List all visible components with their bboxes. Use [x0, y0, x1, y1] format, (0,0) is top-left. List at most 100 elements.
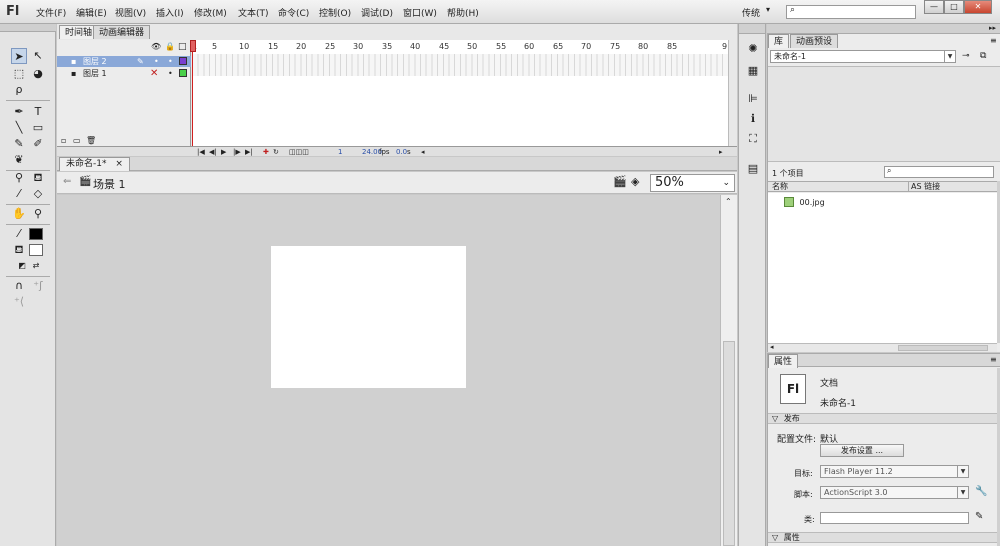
hidden-x-icon[interactable]: ✕	[150, 68, 158, 79]
panel-menu-icon[interactable]: ≡	[990, 36, 997, 45]
bone-tool-icon[interactable]: ⚲	[11, 170, 27, 186]
tab-motion-presets[interactable]: 动画预设	[790, 34, 839, 48]
list-item[interactable]: 00.jpg	[784, 197, 825, 209]
step-forward-icon[interactable]: |▶	[233, 147, 241, 157]
loop-icon[interactable]: ↻	[273, 147, 279, 157]
snap-magnet-icon[interactable]: ∩	[11, 278, 27, 294]
frame-rows[interactable]	[192, 54, 728, 76]
brush-tool-icon[interactable]: ✐	[30, 136, 46, 152]
menu-file[interactable]: 文件(F)	[36, 6, 66, 19]
hand-tool-icon[interactable]: ✋	[11, 206, 27, 222]
menu-modify[interactable]: 修改(M)	[194, 6, 227, 19]
scroll-left-icon[interactable]: ◂	[770, 343, 774, 351]
panel-grip[interactable]	[739, 24, 765, 34]
scrollbar-thumb[interactable]	[723, 341, 735, 546]
menu-help[interactable]: 帮助(H)	[447, 6, 479, 19]
column-linkage[interactable]: AS 链接	[911, 182, 940, 192]
menu-edit[interactable]: 编辑(E)	[76, 6, 107, 19]
playhead-handle[interactable]	[190, 40, 196, 52]
lasso-tool-icon[interactable]: ρ	[11, 82, 27, 98]
collapse-icon[interactable]: ▸▸	[989, 24, 996, 32]
class-input[interactable]	[820, 512, 969, 524]
library-document-select[interactable]: 未命名-1 ▼	[770, 50, 956, 63]
maximize-button[interactable]: □	[944, 0, 964, 14]
stage-canvas[interactable]	[271, 246, 466, 388]
zoom-select[interactable]: 50% ⌄	[650, 174, 735, 192]
minimize-button[interactable]: —	[924, 0, 944, 14]
timeline-scrollbar[interactable]	[728, 40, 737, 146]
target-select[interactable]: Flash Player 11.2 ▼	[820, 465, 969, 478]
edit-class-icon[interactable]: ✎	[975, 511, 983, 522]
menu-control[interactable]: 控制(O)	[319, 6, 351, 19]
color-panel-icon[interactable]: ✺	[746, 42, 760, 56]
layer-color-swatch[interactable]	[179, 57, 187, 65]
menu-view[interactable]: 视图(V)	[115, 6, 146, 19]
layer-color-swatch[interactable]	[179, 69, 187, 77]
workspace-switcher[interactable]: 传统	[742, 6, 760, 19]
publish-settings-button[interactable]: 发布设置 ...	[820, 444, 904, 457]
align-panel-icon[interactable]: ⊫	[746, 92, 760, 106]
chevron-down-icon[interactable]: ▾	[766, 5, 770, 14]
swatches-panel-icon[interactable]: ▦	[746, 64, 760, 78]
new-library-icon[interactable]: ⧉	[980, 51, 986, 61]
edit-scene-icon[interactable]: 🎬	[613, 175, 627, 188]
paint-bucket-tool-icon[interactable]: ⛾	[30, 170, 46, 186]
subselection-tool-icon[interactable]: ↖	[30, 48, 46, 64]
panel-grip[interactable]	[0, 24, 56, 32]
fill-color-icon[interactable]: ⛾	[11, 242, 27, 258]
pen-tool-icon[interactable]: ✒	[11, 104, 27, 120]
components-panel-icon[interactable]: ▤	[746, 162, 760, 176]
layer-row[interactable]: ▪ 图层 1 ✕ •	[57, 68, 191, 79]
info-panel-icon[interactable]: ℹ	[746, 112, 760, 126]
close-button[interactable]: ✕	[964, 0, 992, 14]
3d-rotation-tool-icon[interactable]: ◕	[30, 66, 46, 82]
menu-insert[interactable]: 插入(I)	[156, 6, 184, 19]
selection-tool-icon[interactable]: ➤	[11, 48, 27, 64]
trash-icon[interactable]: 🗑	[86, 136, 96, 145]
swap-colors-icon[interactable]: ⇄	[28, 258, 44, 274]
scroll-up-icon[interactable]: ⌃	[725, 197, 732, 206]
panel-menu-icon[interactable]: ≡	[990, 355, 997, 364]
pin-icon[interactable]: ⊸	[962, 51, 970, 61]
tab-motion-editor[interactable]: 动画编辑器	[93, 25, 151, 39]
layer-row[interactable]: ▪ 图层 2 ✎ • •	[57, 56, 191, 67]
library-search-input[interactable]: ⌕	[884, 166, 994, 178]
transform-panel-icon[interactable]: ⛶	[746, 132, 760, 146]
library-horizontal-scrollbar[interactable]: ◂	[768, 343, 997, 352]
help-search-input[interactable]: ⌕	[786, 5, 916, 19]
outline-icon[interactable]: □	[178, 42, 187, 52]
new-layer-icon[interactable]: ▫	[61, 136, 66, 145]
document-tab[interactable]: 未命名-1* ×	[59, 157, 130, 171]
free-transform-tool-icon[interactable]: ⬚	[11, 66, 27, 82]
panel-grip[interactable]: ▸▸	[767, 24, 1000, 34]
menu-debug[interactable]: 调试(D)	[361, 6, 393, 19]
column-name[interactable]: 名称	[772, 182, 788, 192]
menu-commands[interactable]: 命令(C)	[278, 6, 309, 19]
pencil-tool-icon[interactable]: ✎	[11, 136, 27, 152]
eyedropper-tool-icon[interactable]: ⁄	[11, 186, 27, 202]
scroll-left-icon[interactable]: ◂	[421, 147, 425, 157]
stroke-color-icon[interactable]: ⁄	[11, 226, 27, 242]
menu-window[interactable]: 窗口(W)	[403, 6, 437, 19]
wrench-icon[interactable]: 🔧	[975, 486, 987, 497]
tab-properties[interactable]: 属性	[768, 354, 799, 368]
publish-section-header[interactable]: ▽ 发布	[768, 413, 997, 424]
stage-scrollbar[interactable]: ⌃	[720, 195, 737, 546]
zoom-tool-icon[interactable]: ⚲	[30, 206, 46, 222]
rectangle-tool-icon[interactable]: ▭	[30, 120, 46, 136]
close-tab-icon[interactable]: ×	[115, 159, 123, 169]
pasteboard[interactable]	[57, 195, 720, 546]
back-arrow-icon[interactable]: ⇐	[63, 176, 71, 187]
scroll-right-icon[interactable]: ▸	[719, 147, 723, 157]
eye-icon[interactable]: 👁	[151, 42, 161, 51]
center-frame-icon[interactable]: ✚	[263, 147, 269, 157]
tab-library[interactable]: 库	[768, 34, 790, 48]
onion-skin-icon[interactable]: ◫◫◫	[289, 147, 309, 157]
edit-symbols-icon[interactable]: ◈	[631, 175, 639, 188]
go-last-icon[interactable]: ▶|	[245, 147, 253, 157]
scrollbar-thumb[interactable]	[898, 345, 988, 351]
eraser-tool-icon[interactable]: ◇	[30, 186, 46, 202]
new-folder-icon[interactable]: ▭	[73, 136, 81, 145]
script-select[interactable]: ActionScript 3.0 ▼	[820, 486, 969, 499]
smooth-icon[interactable]: ⁺ʃ	[30, 278, 46, 294]
